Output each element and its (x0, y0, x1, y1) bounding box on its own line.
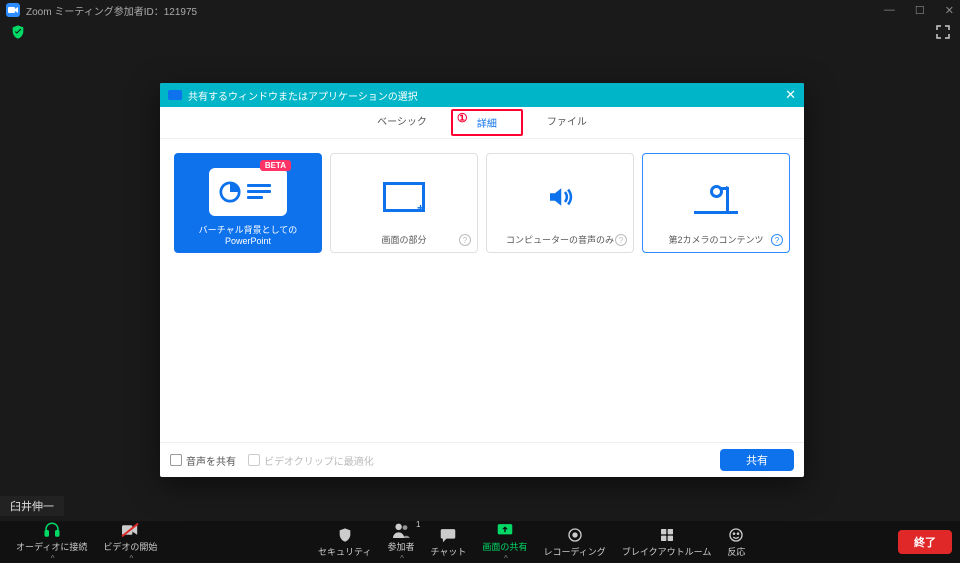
record-button[interactable]: レコーディング (535, 526, 613, 558)
reactions-button[interactable]: 反応 (719, 526, 753, 558)
dialog-tabs: ベーシック ① 詳細 ファイル (160, 107, 804, 139)
breakout-button[interactable]: ブレイクアウトルーム (614, 526, 720, 558)
window-titlebar: Zoom ミーティング参加者ID：121975 — ☐ ✕ (0, 0, 960, 20)
security-label: セキュリティ (318, 545, 371, 558)
option-label: コンピューターの音声のみ (506, 233, 614, 246)
close-button[interactable]: ✕ (945, 4, 954, 17)
share-options-grid: BETA バーチャル背景としてのPowerPoint 画面の部分 ? コンピュー… (160, 139, 804, 442)
option-label: バーチャル背景としてのPowerPoint (179, 223, 317, 246)
annotation-marker-1: ① (457, 111, 468, 125)
info-icon[interactable]: ? (771, 234, 783, 246)
meeting-topbar (0, 20, 960, 44)
tab-basic[interactable]: ベーシック (353, 109, 451, 136)
participants-icon (391, 521, 411, 539)
option-label: 第2カメラのコンテンツ (668, 233, 763, 246)
optimize-video-checkbox: ビデオクリップに最適化 (248, 453, 374, 468)
share-button[interactable]: 共有 (720, 449, 794, 471)
zoom-small-icon (168, 90, 182, 100)
maximize-button[interactable]: ☐ (915, 4, 925, 17)
participant-name-tag: 臼井伸一 (0, 496, 64, 516)
dialog-footer: 音声を共有 ビデオクリップに最適化 共有 (160, 442, 804, 477)
participant-count: 1 (416, 520, 420, 529)
encryption-shield-icon[interactable] (10, 24, 26, 40)
video-label: ビデオの開始 (103, 540, 157, 553)
zoom-logo-icon (6, 3, 20, 17)
dialog-titlebar: 共有するウィンドウまたはアプリケーションの選択 ✕ (160, 83, 804, 107)
dialog-title: 共有するウィンドウまたはアプリケーションの選択 (188, 88, 418, 103)
optimize-video-label: ビデオクリップに最適化 (264, 453, 374, 468)
speaker-icon (545, 182, 575, 212)
ppt-slide-icon: BETA (209, 168, 287, 216)
tab-advanced[interactable]: ① 詳細 (451, 109, 523, 136)
chat-icon (439, 526, 457, 544)
info-icon[interactable]: ? (459, 234, 471, 246)
document-camera-icon (694, 180, 738, 214)
record-icon (567, 526, 583, 544)
audio-label: オーディオに接続 (16, 540, 87, 553)
share-label: 画面の共有 (482, 540, 527, 553)
breakout-label: ブレイクアウトルーム (622, 545, 712, 558)
end-meeting-button[interactable]: 終了 (898, 530, 952, 554)
option-ppt-virtual-bg[interactable]: BETA バーチャル背景としてのPowerPoint (174, 153, 322, 253)
option-label: 画面の部分 (381, 233, 426, 246)
shield-icon (337, 526, 353, 544)
reactions-label: 反応 (727, 545, 745, 558)
share-audio-label: 音声を共有 (186, 453, 236, 468)
screen-portion-icon (383, 182, 425, 212)
window-title: Zoom ミーティング参加者ID：121975 (26, 3, 197, 18)
audio-button[interactable]: オーディオに接続^ (8, 521, 95, 563)
option-audio-only[interactable]: コンピューターの音声のみ ? (486, 153, 634, 253)
minimize-button[interactable]: — (884, 4, 895, 17)
chat-button[interactable]: チャット (423, 526, 475, 558)
breakout-icon (659, 526, 675, 544)
record-label: レコーディング (543, 545, 605, 558)
chat-label: チャット (431, 545, 467, 558)
share-screen-button[interactable]: 画面の共有^ (474, 521, 535, 563)
option-second-camera[interactable]: 第2カメラのコンテンツ ? (642, 153, 790, 253)
reactions-icon (728, 526, 744, 544)
tab-advanced-label: 詳細 (477, 119, 497, 130)
fullscreen-icon[interactable] (936, 25, 950, 39)
share-screen-icon (496, 521, 514, 539)
tab-files[interactable]: ファイル (523, 109, 611, 136)
meeting-toolbar: オーディオに接続^ ビデオの開始^ セキュリティ 1 参加者^ チャット 画面の… (0, 521, 960, 563)
video-off-icon (120, 521, 140, 539)
beta-badge: BETA (260, 160, 291, 171)
share-dialog: 共有するウィンドウまたはアプリケーションの選択 ✕ ベーシック ① 詳細 ファイ… (160, 83, 804, 477)
security-button[interactable]: セキュリティ (310, 526, 379, 558)
participants-label: 参加者 (387, 540, 414, 553)
video-button[interactable]: ビデオの開始^ (95, 521, 165, 563)
participants-button[interactable]: 1 参加者^ (379, 521, 422, 563)
info-icon[interactable]: ? (615, 234, 627, 246)
dialog-close-button[interactable]: ✕ (785, 87, 796, 103)
headphones-icon (42, 521, 62, 539)
option-screen-portion[interactable]: 画面の部分 ? (330, 153, 478, 253)
share-audio-checkbox[interactable]: 音声を共有 (170, 453, 236, 468)
